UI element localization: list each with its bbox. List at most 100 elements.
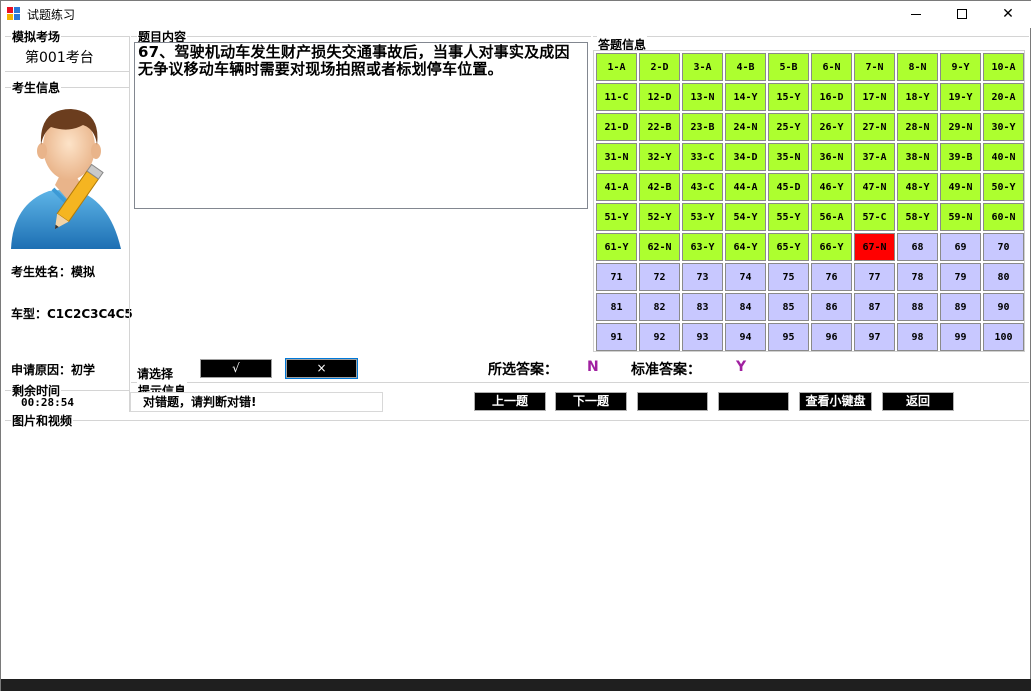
grid-cell-78[interactable]: 78 — [897, 263, 938, 291]
grid-cell-26[interactable]: 26-Y — [811, 113, 852, 141]
grid-cell-21[interactable]: 21-D — [596, 113, 637, 141]
small-keyboard-button[interactable]: 查看小键盘 — [799, 392, 872, 411]
grid-cell-62[interactable]: 62-N — [639, 233, 680, 261]
grid-cell-93[interactable]: 93 — [682, 323, 723, 351]
grid-cell-4[interactable]: 4-B — [725, 53, 766, 81]
grid-cell-82[interactable]: 82 — [639, 293, 680, 321]
grid-cell-79[interactable]: 79 — [940, 263, 981, 291]
grid-cell-45[interactable]: 45-D — [768, 173, 809, 201]
grid-cell-68[interactable]: 68 — [897, 233, 938, 261]
grid-cell-43[interactable]: 43-C — [682, 173, 723, 201]
grid-cell-24[interactable]: 24-N — [725, 113, 766, 141]
grid-cell-2[interactable]: 2-D — [639, 53, 680, 81]
close-button[interactable]: ✕ — [985, 1, 1031, 28]
grid-cell-44[interactable]: 44-A — [725, 173, 766, 201]
grid-cell-27[interactable]: 27-N — [854, 113, 895, 141]
grid-cell-36[interactable]: 36-N — [811, 143, 852, 171]
grid-cell-30[interactable]: 30-Y — [983, 113, 1024, 141]
grid-cell-59[interactable]: 59-N — [940, 203, 981, 231]
grid-cell-75[interactable]: 75 — [768, 263, 809, 291]
grid-cell-63[interactable]: 63-Y — [682, 233, 723, 261]
grid-cell-32[interactable]: 32-Y — [639, 143, 680, 171]
grid-cell-9[interactable]: 9-Y — [940, 53, 981, 81]
grid-cell-100[interactable]: 100 — [983, 323, 1024, 351]
grid-cell-29[interactable]: 29-N — [940, 113, 981, 141]
wrong-button[interactable]: × — [285, 358, 358, 379]
grid-cell-49[interactable]: 49-N — [940, 173, 981, 201]
grid-cell-92[interactable]: 92 — [639, 323, 680, 351]
grid-cell-64[interactable]: 64-Y — [725, 233, 766, 261]
grid-cell-20[interactable]: 20-A — [983, 83, 1024, 111]
grid-cell-81[interactable]: 81 — [596, 293, 637, 321]
grid-cell-48[interactable]: 48-Y — [897, 173, 938, 201]
blank-button-2[interactable] — [718, 392, 789, 411]
grid-cell-96[interactable]: 96 — [811, 323, 852, 351]
grid-cell-22[interactable]: 22-B — [639, 113, 680, 141]
grid-cell-46[interactable]: 46-Y — [811, 173, 852, 201]
grid-cell-51[interactable]: 51-Y — [596, 203, 637, 231]
grid-cell-60[interactable]: 60-N — [983, 203, 1024, 231]
grid-cell-50[interactable]: 50-Y — [983, 173, 1024, 201]
grid-cell-67[interactable]: 67-N — [854, 233, 895, 261]
grid-cell-91[interactable]: 91 — [596, 323, 637, 351]
grid-cell-7[interactable]: 7-N — [854, 53, 895, 81]
grid-cell-69[interactable]: 69 — [940, 233, 981, 261]
grid-cell-16[interactable]: 16-D — [811, 83, 852, 111]
grid-cell-70[interactable]: 70 — [983, 233, 1024, 261]
grid-cell-6[interactable]: 6-N — [811, 53, 852, 81]
grid-cell-38[interactable]: 38-N — [897, 143, 938, 171]
grid-cell-85[interactable]: 85 — [768, 293, 809, 321]
grid-cell-56[interactable]: 56-A — [811, 203, 852, 231]
grid-cell-17[interactable]: 17-N — [854, 83, 895, 111]
grid-cell-58[interactable]: 58-Y — [897, 203, 938, 231]
blank-button-1[interactable] — [637, 392, 708, 411]
grid-cell-18[interactable]: 18-Y — [897, 83, 938, 111]
grid-cell-12[interactable]: 12-D — [639, 83, 680, 111]
grid-cell-66[interactable]: 66-Y — [811, 233, 852, 261]
grid-cell-89[interactable]: 89 — [940, 293, 981, 321]
grid-cell-15[interactable]: 15-Y — [768, 83, 809, 111]
grid-cell-37[interactable]: 37-A — [854, 143, 895, 171]
grid-cell-94[interactable]: 94 — [725, 323, 766, 351]
grid-cell-39[interactable]: 39-B — [940, 143, 981, 171]
grid-cell-61[interactable]: 61-Y — [596, 233, 637, 261]
grid-cell-10[interactable]: 10-A — [983, 53, 1024, 81]
grid-cell-40[interactable]: 40-N — [983, 143, 1024, 171]
grid-cell-83[interactable]: 83 — [682, 293, 723, 321]
grid-cell-41[interactable]: 41-A — [596, 173, 637, 201]
correct-button[interactable]: √ — [200, 359, 272, 378]
grid-cell-8[interactable]: 8-N — [897, 53, 938, 81]
grid-cell-34[interactable]: 34-D — [725, 143, 766, 171]
grid-cell-42[interactable]: 42-B — [639, 173, 680, 201]
grid-cell-55[interactable]: 55-Y — [768, 203, 809, 231]
grid-cell-28[interactable]: 28-N — [897, 113, 938, 141]
grid-cell-73[interactable]: 73 — [682, 263, 723, 291]
grid-cell-1[interactable]: 1-A — [596, 53, 637, 81]
grid-cell-95[interactable]: 95 — [768, 323, 809, 351]
grid-cell-53[interactable]: 53-Y — [682, 203, 723, 231]
grid-cell-3[interactable]: 3-A — [682, 53, 723, 81]
grid-cell-72[interactable]: 72 — [639, 263, 680, 291]
grid-cell-33[interactable]: 33-C — [682, 143, 723, 171]
grid-cell-99[interactable]: 99 — [940, 323, 981, 351]
grid-cell-71[interactable]: 71 — [596, 263, 637, 291]
grid-cell-76[interactable]: 76 — [811, 263, 852, 291]
grid-cell-97[interactable]: 97 — [854, 323, 895, 351]
grid-cell-84[interactable]: 84 — [725, 293, 766, 321]
grid-cell-47[interactable]: 47-N — [854, 173, 895, 201]
grid-cell-14[interactable]: 14-Y — [725, 83, 766, 111]
minimize-button[interactable] — [893, 1, 939, 28]
back-button[interactable]: 返回 — [882, 392, 954, 411]
grid-cell-23[interactable]: 23-B — [682, 113, 723, 141]
prev-question-button[interactable]: 上一题 — [474, 392, 546, 411]
grid-cell-54[interactable]: 54-Y — [725, 203, 766, 231]
grid-cell-80[interactable]: 80 — [983, 263, 1024, 291]
grid-cell-65[interactable]: 65-Y — [768, 233, 809, 261]
grid-cell-19[interactable]: 19-Y — [940, 83, 981, 111]
grid-cell-5[interactable]: 5-B — [768, 53, 809, 81]
grid-cell-86[interactable]: 86 — [811, 293, 852, 321]
grid-cell-31[interactable]: 31-N — [596, 143, 637, 171]
grid-cell-57[interactable]: 57-C — [854, 203, 895, 231]
grid-cell-98[interactable]: 98 — [897, 323, 938, 351]
next-question-button[interactable]: 下一题 — [555, 392, 627, 411]
